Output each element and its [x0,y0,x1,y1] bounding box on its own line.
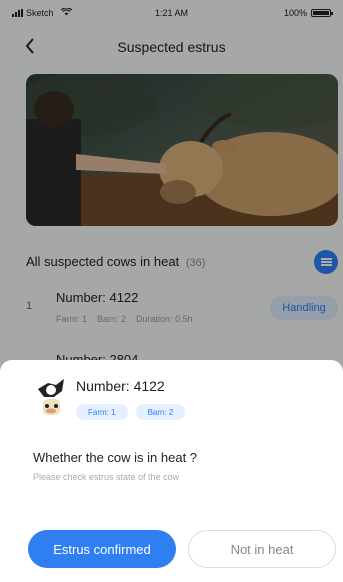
farm-tag: Farm: 1 [76,404,128,420]
estrus-confirmed-button[interactable]: Estrus confirmed [28,530,176,568]
not-in-heat-button[interactable]: Not in heat [188,530,336,568]
sheet-hint: Please check estrus state of the cow [33,472,180,482]
sheet-cow-number: Number: 4122 [76,378,165,394]
barn-tag: Barn: 2 [135,404,186,420]
sheet-tags: Farm: 1 Barn: 2 [76,404,186,420]
sheet-question: Whether the cow is in heat ? [33,450,198,465]
bottom-sheet: Number: 4122 Farm: 1 Barn: 2 Whether the… [0,360,343,582]
cow-icon [34,375,68,417]
